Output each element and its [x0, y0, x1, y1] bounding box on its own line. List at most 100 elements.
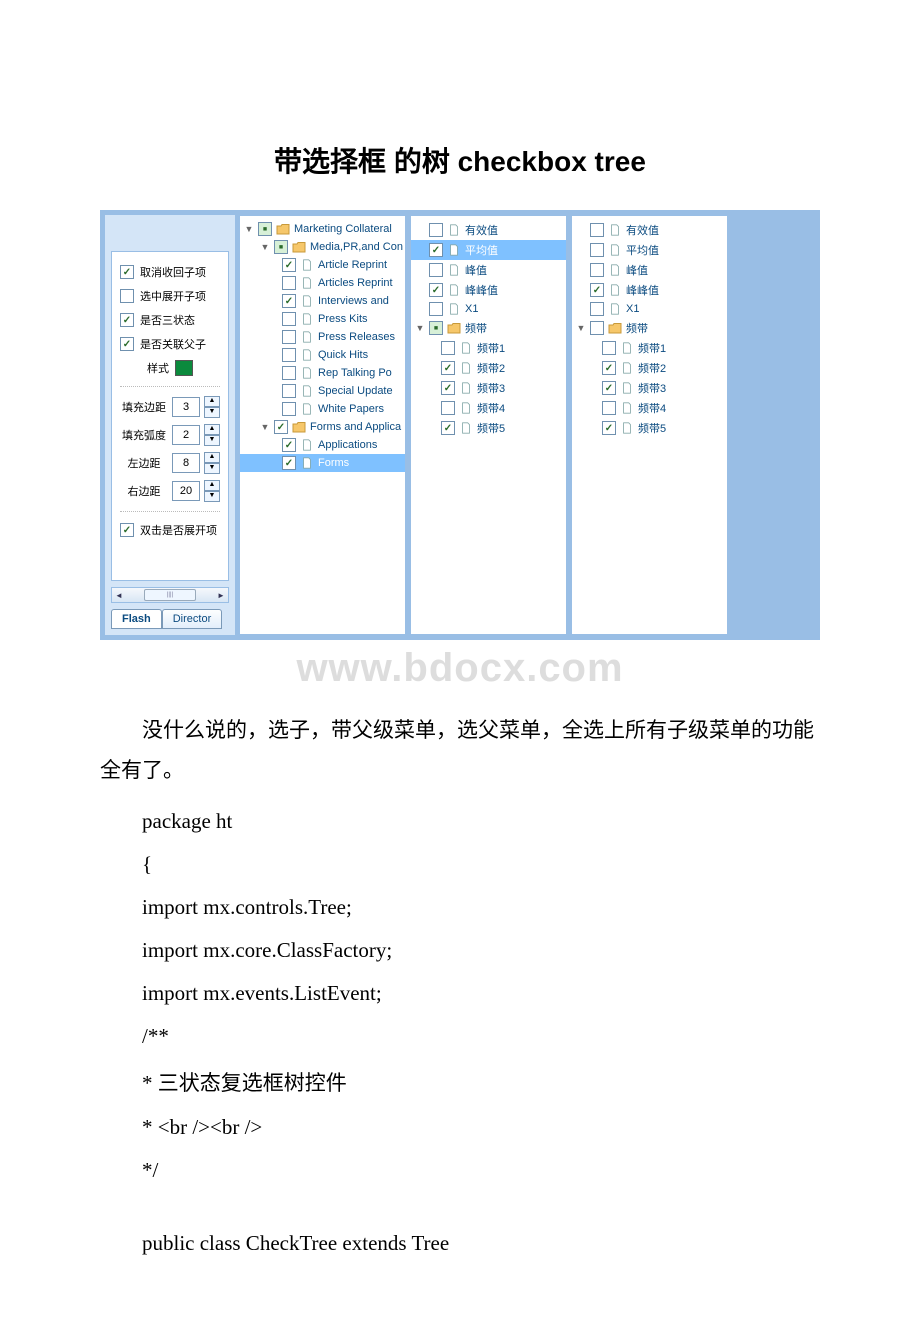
stepper[interactable]: ▲▼ [204, 452, 220, 474]
option-expand-selected[interactable]: 选中展开子项 [120, 284, 220, 308]
checkbox-icon[interactable] [590, 283, 604, 297]
tree-node[interactable]: Interviews and [240, 292, 405, 310]
checkbox-icon[interactable] [441, 361, 455, 375]
tree-node[interactable]: Press Kits [240, 310, 405, 328]
checkbox-icon[interactable] [590, 243, 604, 257]
number-input[interactable]: 8 [172, 453, 200, 473]
checkbox-icon[interactable] [602, 421, 616, 435]
checkbox-icon[interactable] [441, 381, 455, 395]
tree-node[interactable]: Article Reprint [240, 256, 405, 274]
checkbox-icon[interactable] [602, 381, 616, 395]
tree-node[interactable]: 峰值 [411, 260, 566, 280]
tree-node[interactable]: ▼Forms and Applica [240, 418, 405, 436]
up-arrow-icon[interactable]: ▲ [204, 480, 220, 491]
checkbox-icon[interactable] [274, 240, 288, 254]
tree-node[interactable]: 频带5 [572, 418, 727, 438]
checkbox-icon[interactable] [282, 438, 296, 452]
option-tristate[interactable]: 是否三状态 [120, 308, 220, 332]
checkbox-icon[interactable] [282, 294, 296, 308]
disclose-icon[interactable]: ▼ [260, 242, 270, 252]
disclose-icon[interactable]: ▼ [576, 323, 586, 333]
tab-flash[interactable]: Flash [111, 609, 162, 629]
checkbox-icon[interactable] [602, 341, 616, 355]
checkbox-icon[interactable] [282, 384, 296, 398]
tree-node[interactable]: 有效值 [411, 220, 566, 240]
option-dblclick-expand[interactable]: 双击是否展开项 [120, 518, 220, 542]
scroll-track[interactable]: |||| [126, 588, 214, 602]
checkbox-icon[interactable] [602, 401, 616, 415]
horizontal-scrollbar[interactable]: ◄ |||| ► [111, 587, 229, 603]
tree-node[interactable]: 峰峰值 [411, 280, 566, 300]
checkbox-icon[interactable] [120, 523, 134, 537]
tree-node[interactable]: ▼频带 [572, 318, 727, 338]
tree-panel-2[interactable]: 有效值 平均值 峰值 峰峰值 X1 ▼频带 频带1 频带2 频带3 频带4 频带… [410, 215, 567, 635]
checkbox-icon[interactable] [429, 283, 443, 297]
checkbox-icon[interactable] [282, 330, 296, 344]
checkbox-icon[interactable] [258, 222, 272, 236]
tree-node[interactable]: X1 [411, 300, 566, 318]
stepper[interactable]: ▲▼ [204, 480, 220, 502]
tree-node[interactable]: Articles Reprint [240, 274, 405, 292]
checkbox-icon[interactable] [429, 243, 443, 257]
checkbox-icon[interactable] [120, 289, 134, 303]
tree-node[interactable]: 频带5 [411, 418, 566, 438]
checkbox-icon[interactable] [590, 302, 604, 316]
checkbox-icon[interactable] [429, 223, 443, 237]
checkbox-icon[interactable] [282, 276, 296, 290]
tree-node[interactable]: 频带3 [411, 378, 566, 398]
tree-node[interactable]: ▼频带 [411, 318, 566, 338]
tree-node[interactable]: 峰峰值 [572, 280, 727, 300]
up-arrow-icon[interactable]: ▲ [204, 452, 220, 463]
disclose-icon[interactable]: ▼ [415, 323, 425, 333]
tree-node[interactable]: 有效值 [572, 220, 727, 240]
option-style[interactable]: 样式 [120, 356, 220, 380]
number-input[interactable]: 3 [172, 397, 200, 417]
scroll-left-icon[interactable]: ◄ [112, 591, 126, 600]
tree-node[interactable]: Press Releases [240, 328, 405, 346]
tree-node[interactable]: 峰值 [572, 260, 727, 280]
tree-node[interactable]: Applications [240, 436, 405, 454]
tree-node[interactable]: 频带2 [572, 358, 727, 378]
tree-node[interactable]: ▼Marketing Collateral [240, 220, 405, 238]
checkbox-icon[interactable] [282, 348, 296, 362]
tab-director[interactable]: Director [162, 609, 223, 629]
tree-panel-3[interactable]: 有效值 平均值 峰值 峰峰值 X1 ▼频带 频带1 频带2 频带3 频带4 频带… [571, 215, 728, 635]
up-arrow-icon[interactable]: ▲ [204, 396, 220, 407]
up-arrow-icon[interactable]: ▲ [204, 424, 220, 435]
tree-node[interactable]: 平均值 [572, 240, 727, 260]
down-arrow-icon[interactable]: ▼ [204, 463, 220, 474]
tree-node[interactable]: 频带3 [572, 378, 727, 398]
color-swatch-icon[interactable] [175, 360, 193, 376]
tree-node[interactable]: 频带4 [572, 398, 727, 418]
checkbox-icon[interactable] [120, 313, 134, 327]
tree-node[interactable]: 频带2 [411, 358, 566, 378]
checkbox-icon[interactable] [282, 402, 296, 416]
tree-node[interactable]: 频带1 [572, 338, 727, 358]
checkbox-icon[interactable] [429, 321, 443, 335]
checkbox-icon[interactable] [120, 265, 134, 279]
checkbox-icon[interactable] [441, 401, 455, 415]
checkbox-icon[interactable] [602, 361, 616, 375]
checkbox-icon[interactable] [282, 366, 296, 380]
stepper[interactable]: ▲▼ [204, 396, 220, 418]
disclose-icon[interactable]: ▼ [260, 422, 270, 432]
tree-node[interactable]: Quick Hits [240, 346, 405, 364]
option-parent-link[interactable]: 是否关联父子 [120, 332, 220, 356]
tree-node[interactable]: Special Update [240, 382, 405, 400]
down-arrow-icon[interactable]: ▼ [204, 407, 220, 418]
checkbox-icon[interactable] [590, 223, 604, 237]
scroll-thumb[interactable]: |||| [144, 589, 196, 601]
tree-node-selected[interactable]: Forms [240, 454, 405, 472]
tree-node[interactable]: 频带1 [411, 338, 566, 358]
checkbox-icon[interactable] [590, 321, 604, 335]
scroll-right-icon[interactable]: ► [214, 591, 228, 600]
number-input[interactable]: 2 [172, 425, 200, 445]
checkbox-icon[interactable] [429, 302, 443, 316]
stepper[interactable]: ▲▼ [204, 424, 220, 446]
tree-panel-1[interactable]: ▼Marketing Collateral ▼Media,PR,and Con … [239, 215, 406, 635]
checkbox-icon[interactable] [429, 263, 443, 277]
number-input[interactable]: 20 [172, 481, 200, 501]
checkbox-icon[interactable] [120, 337, 134, 351]
tree-node[interactable]: X1 [572, 300, 727, 318]
checkbox-icon[interactable] [282, 312, 296, 326]
